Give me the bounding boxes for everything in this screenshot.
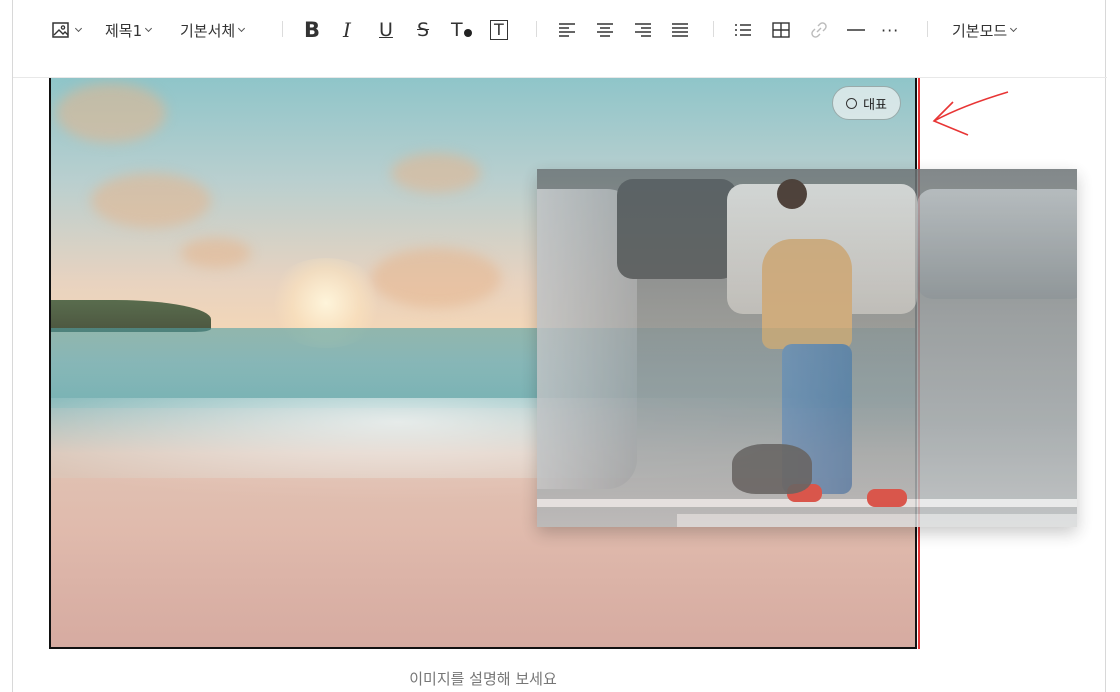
horizontal-line-button[interactable] bbox=[845, 17, 867, 43]
more-icon: ··· bbox=[881, 20, 900, 40]
toolbar-divider bbox=[713, 21, 714, 37]
editor-toolbar: 제목1 기본서체 B I U S T T ··· 기본모드 bbox=[13, 0, 1107, 78]
dragged-image-preview[interactable] bbox=[537, 169, 1077, 527]
strikethrough-button[interactable]: S bbox=[417, 17, 429, 43]
heading-dropdown[interactable]: 제목1 bbox=[105, 17, 153, 43]
strikethrough-icon: S bbox=[417, 19, 430, 41]
font-dropdown-label: 기본서체 bbox=[180, 21, 236, 40]
person-shoe bbox=[867, 489, 907, 507]
person-head bbox=[777, 179, 807, 209]
table-icon bbox=[772, 22, 790, 38]
toolbar-divider bbox=[282, 21, 283, 37]
car-shape bbox=[617, 179, 737, 279]
bold-icon: B bbox=[304, 18, 321, 42]
table-button[interactable] bbox=[770, 17, 792, 43]
dog-shape bbox=[732, 444, 812, 494]
underline-icon: U bbox=[379, 19, 393, 41]
list-button[interactable] bbox=[732, 17, 754, 43]
radio-circle-icon bbox=[846, 97, 858, 109]
image-caption-input[interactable]: 이미지를 설명해 보세요 bbox=[49, 668, 917, 689]
person-jacket bbox=[762, 239, 852, 349]
link-button[interactable] bbox=[808, 17, 830, 43]
mode-dropdown-label: 기본모드 bbox=[952, 21, 1008, 40]
text-color-icon: T bbox=[451, 19, 463, 41]
chevron-down-icon bbox=[238, 24, 246, 32]
align-justify-button[interactable] bbox=[669, 17, 691, 43]
toolbar-divider bbox=[536, 21, 537, 37]
representative-badge[interactable]: 대표 bbox=[832, 86, 901, 120]
text-color-button[interactable]: T bbox=[451, 17, 472, 43]
mode-dropdown[interactable]: 기본모드 bbox=[952, 17, 1018, 43]
more-options-button[interactable]: ··· bbox=[881, 17, 899, 43]
editor-body: 대표 이미지를 설명해 보세요 bbox=[13, 78, 1107, 692]
image-insert-button[interactable] bbox=[50, 17, 83, 43]
align-center-button[interactable] bbox=[594, 17, 616, 43]
chevron-down-icon bbox=[74, 24, 83, 32]
underline-button[interactable]: U bbox=[379, 17, 393, 43]
cloud-shape bbox=[391, 153, 481, 193]
image-icon bbox=[52, 22, 69, 38]
annotation-arrow-icon bbox=[932, 91, 1009, 136]
heading-dropdown-label: 제목1 bbox=[105, 21, 143, 40]
align-left-button[interactable] bbox=[556, 17, 578, 43]
cloud-shape bbox=[56, 83, 166, 143]
cloud-shape bbox=[371, 248, 501, 308]
chevron-down-icon bbox=[1010, 24, 1018, 32]
align-left-icon bbox=[559, 23, 575, 37]
cloud-shape bbox=[91, 173, 211, 228]
align-right-icon bbox=[635, 23, 651, 37]
toolbar-divider bbox=[927, 21, 928, 37]
color-dot-icon bbox=[463, 29, 472, 37]
car-shape bbox=[917, 189, 1077, 299]
cloud-shape bbox=[181, 238, 251, 268]
representative-label: 대표 bbox=[863, 97, 887, 113]
italic-icon: I bbox=[343, 18, 351, 42]
text-background-button[interactable]: T bbox=[490, 17, 508, 43]
align-right-button[interactable] bbox=[632, 17, 654, 43]
italic-button[interactable]: I bbox=[343, 17, 351, 43]
text-background-icon: T bbox=[490, 20, 508, 40]
align-center-icon bbox=[597, 23, 613, 37]
horizontal-line-icon bbox=[847, 29, 865, 31]
font-dropdown[interactable]: 기본서체 bbox=[180, 17, 246, 43]
link-icon bbox=[811, 22, 827, 38]
chevron-down-icon bbox=[145, 24, 153, 32]
bold-button[interactable]: B bbox=[304, 17, 320, 43]
align-justify-icon bbox=[672, 23, 688, 37]
crosswalk-stripe bbox=[677, 514, 1077, 527]
list-icon bbox=[735, 24, 751, 36]
